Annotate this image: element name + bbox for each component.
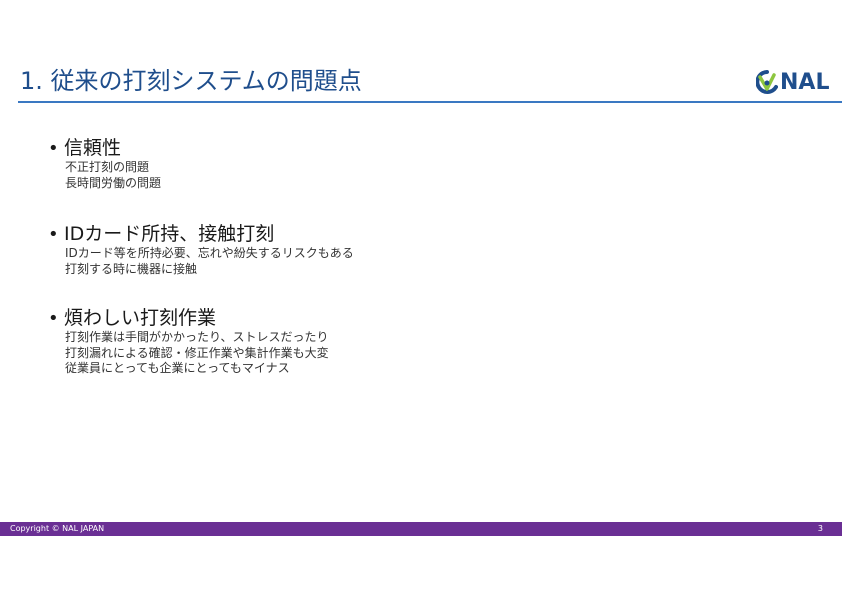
slide: 1. 従来の打刻システムの問題点 NAL • 信頼性 不正打刻の問題 長時間労働… <box>0 0 842 595</box>
bullet-detail: IDカード等を所持必要、忘れや紛失するリスクもある <box>65 246 354 260</box>
footer-copyright: Copyright © NAL JAPAN <box>10 524 105 533</box>
bullet-detail: 打刻する時に機器に接触 <box>65 261 198 276</box>
bullet-item: • IDカード所持、接触打刻 IDカード等を所持必要、忘れや紛失するリスクもある… <box>48 222 354 277</box>
bullet-detail: 打刻漏れによる確認・修正作業や集計作業も大変 <box>65 345 329 360</box>
page-number: 3 <box>817 524 823 533</box>
slide-title: 1. 従来の打刻システムの問題点 <box>20 67 362 95</box>
bullet-detail: 長時間労働の問題 <box>65 175 162 190</box>
bullet-marker: • <box>48 308 59 329</box>
bullet-title: 信頼性 <box>64 137 122 159</box>
bullet-detail: 打刻作業は手間がかかったり、ストレスだったり <box>65 330 329 344</box>
bullet-title: 煩わしい打刻作業 <box>64 307 217 329</box>
bullet-item: • 信頼性 不正打刻の問題 長時間労働の問題 <box>48 136 161 191</box>
nal-logo: NAL <box>756 69 832 97</box>
bullet-detail: 従業員にとっても企業にとってもマイナス <box>65 361 290 375</box>
footer-bar <box>0 522 842 536</box>
nal-logo-icon <box>756 70 778 94</box>
bullet-title: IDカード所持、接触打刻 <box>64 223 275 245</box>
bullet-marker: • <box>48 224 59 245</box>
bullet-detail: 不正打刻の問題 <box>65 160 150 174</box>
bullet-marker: • <box>48 138 59 159</box>
bullet-item: • 煩わしい打刻作業 打刻作業は手間がかかったり、ストレスだったり 打刻漏れによ… <box>48 306 329 377</box>
logo-text: NAL <box>780 70 830 95</box>
title-rule <box>18 101 842 103</box>
